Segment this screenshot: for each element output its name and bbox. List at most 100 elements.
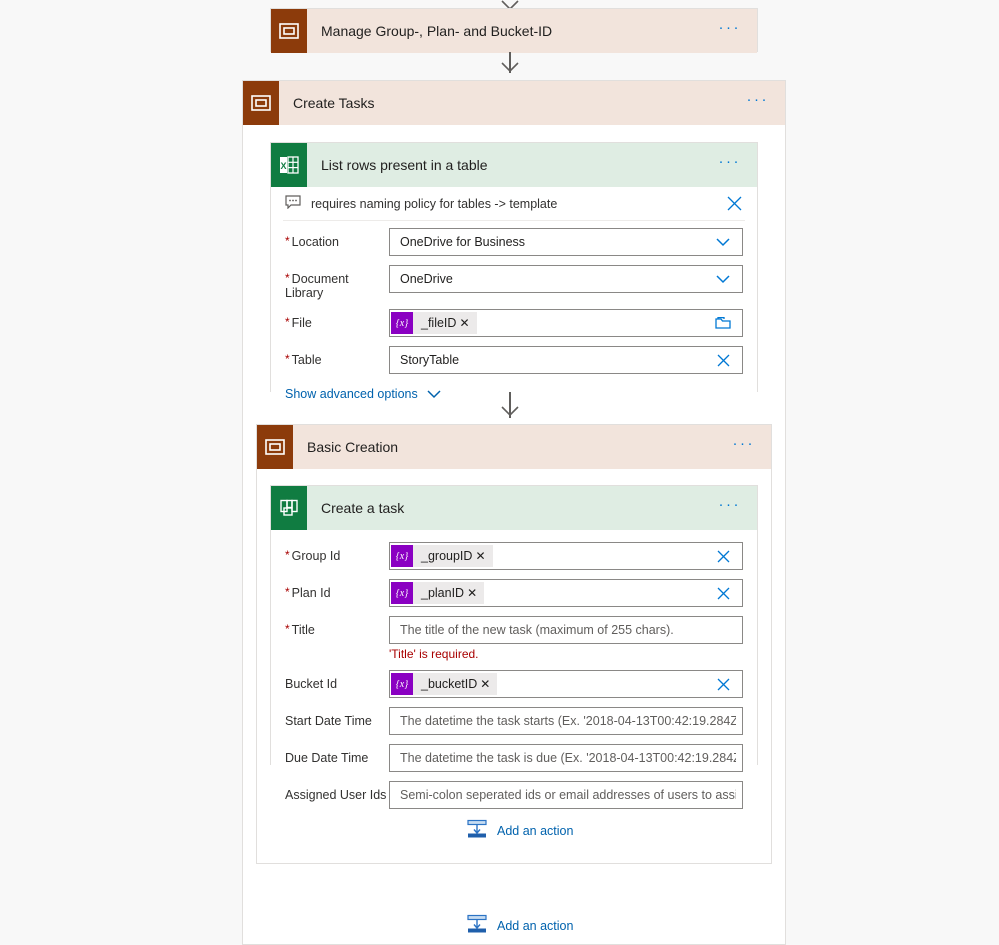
group-id-input[interactable]: {x} _groupID ✕ xyxy=(389,542,743,570)
token-remove-icon[interactable]: ✕ xyxy=(459,317,476,329)
connector-arrow-scopes xyxy=(500,62,520,74)
token-chip[interactable]: {x} _groupID ✕ xyxy=(391,545,493,567)
start-date-time-input[interactable]: The datetime the task starts (Ex. '2018-… xyxy=(389,707,743,735)
title-error-message: 'Title' is required. xyxy=(389,647,479,661)
table-input[interactable]: StoryTable xyxy=(389,346,743,374)
scope-title: Create Tasks xyxy=(293,95,375,111)
chevron-down-icon[interactable] xyxy=(714,236,736,248)
comment-text: requires naming policy for tables -> tem… xyxy=(311,196,558,211)
field-bucket-id: Bucket Id {x} _bucketID ✕ xyxy=(285,670,743,698)
add-action-button-outer[interactable]: Add an action xyxy=(466,913,573,938)
field-group-id: Group Id {x} _groupID ✕ xyxy=(285,542,743,570)
field-document-library: Document Library OneDrive xyxy=(285,265,743,300)
table-value: StoryTable xyxy=(400,353,460,367)
token-badge: {x} xyxy=(391,582,413,604)
document-library-dropdown[interactable]: OneDrive xyxy=(389,265,743,293)
field-label: Document Library xyxy=(285,265,389,300)
token-remove-icon[interactable]: ✕ xyxy=(480,678,497,690)
planner-icon xyxy=(271,486,307,530)
field-plan-id: Plan Id {x} _planID ✕ xyxy=(285,579,743,607)
scope-manage-ids[interactable]: Manage Group-, Plan- and Bucket-ID ··· xyxy=(270,8,758,53)
scope-menu-button[interactable]: ··· xyxy=(711,20,758,39)
field-label: Start Date Time xyxy=(285,714,372,728)
action-title: Create a task xyxy=(321,500,405,516)
action-body-create-task: Group Id {x} _groupID ✕ xyxy=(271,530,757,809)
svg-text:X: X xyxy=(280,161,286,171)
scope-icon xyxy=(243,81,279,125)
scope-menu-button[interactable]: ··· xyxy=(725,436,772,455)
field-label: Assigned User Ids xyxy=(285,788,387,802)
field-label: Group Id xyxy=(285,542,389,563)
plan-id-input[interactable]: {x} _planID ✕ xyxy=(389,579,743,607)
close-icon[interactable] xyxy=(715,352,736,369)
token-badge: {x} xyxy=(391,545,413,567)
folder-picker-icon[interactable] xyxy=(714,315,736,331)
comment-icon xyxy=(285,195,301,212)
token-remove-icon[interactable]: ✕ xyxy=(475,550,492,562)
field-title: Title The title of the new task (maximum… xyxy=(285,616,743,661)
excel-fields: Location OneDrive for Business Document … xyxy=(271,221,757,374)
scope-menu-button[interactable]: ··· xyxy=(739,92,786,111)
comment-row: requires naming policy for tables -> tem… xyxy=(283,187,745,221)
action-card-create-task[interactable]: Create a task ··· Group Id {x} _groupID … xyxy=(270,485,758,809)
field-label: Due Date Time xyxy=(285,751,369,765)
scope-title: Basic Creation xyxy=(307,439,399,455)
field-label: Plan Id xyxy=(285,579,389,600)
title-placeholder: The title of the new task (maximum of 25… xyxy=(400,623,674,637)
close-icon[interactable] xyxy=(715,676,736,693)
token-label: _planID xyxy=(421,586,465,600)
show-advanced-options-label[interactable]: Show advanced options xyxy=(285,387,418,401)
token-label: _groupID xyxy=(421,549,473,563)
token-chip[interactable]: {x} _fileID ✕ xyxy=(391,312,477,334)
close-icon[interactable] xyxy=(715,548,736,565)
document-library-value: OneDrive xyxy=(400,272,453,286)
chevron-down-icon[interactable] xyxy=(714,273,736,285)
action-title: List rows present in a table xyxy=(321,157,488,173)
token-badge: {x} xyxy=(391,673,413,695)
field-label: Table xyxy=(285,346,389,367)
field-label: Bucket Id xyxy=(285,677,338,691)
token-chip[interactable]: {x} _planID ✕ xyxy=(391,582,485,604)
field-table: Table StoryTable xyxy=(285,346,743,374)
close-icon[interactable] xyxy=(726,195,743,212)
add-action-label[interactable]: Add an action xyxy=(497,919,573,933)
scope-title: Manage Group-, Plan- and Bucket-ID xyxy=(321,23,553,39)
connector-arrow-excel-basic xyxy=(500,406,520,418)
due-date-time-input[interactable]: The datetime the task is due (Ex. '2018-… xyxy=(389,744,743,772)
token-label: _fileID xyxy=(421,316,457,330)
action-menu-button[interactable]: ··· xyxy=(711,154,758,173)
due-date-time-placeholder: The datetime the task is due (Ex. '2018-… xyxy=(400,751,736,765)
scope-basic-creation-header[interactable]: Basic Creation ··· xyxy=(257,425,771,469)
chevron-down-icon[interactable] xyxy=(418,388,443,400)
action-menu-button[interactable]: ··· xyxy=(711,497,758,516)
token-badge: {x} xyxy=(391,312,413,334)
field-label: File xyxy=(285,309,389,330)
token-chip[interactable]: {x} _bucketID ✕ xyxy=(391,673,498,695)
token-remove-icon[interactable]: ✕ xyxy=(467,587,484,599)
action-card-list-rows[interactable]: X List rows present in a table ··· requi… xyxy=(270,142,758,415)
action-body-list-rows: requires naming policy for tables -> tem… xyxy=(271,187,757,415)
assigned-user-ids-input[interactable]: Semi-colon seperated ids or email addres… xyxy=(389,781,743,809)
scope-icon xyxy=(271,9,307,53)
action-header-create-task[interactable]: Create a task ··· xyxy=(271,486,757,530)
file-input[interactable]: {x} _fileID ✕ xyxy=(389,309,743,337)
field-due-date-time: Due Date Time The datetime the task is d… xyxy=(285,744,743,772)
add-action-button-inner[interactable]: Add an action xyxy=(466,818,573,843)
scope-create-tasks-header[interactable]: Create Tasks ··· xyxy=(243,81,785,125)
bucket-id-input[interactable]: {x} _bucketID ✕ xyxy=(389,670,743,698)
close-icon[interactable] xyxy=(715,585,736,602)
start-date-time-placeholder: The datetime the task starts (Ex. '2018-… xyxy=(400,714,736,728)
add-action-label[interactable]: Add an action xyxy=(497,824,573,838)
title-input[interactable]: The title of the new task (maximum of 25… xyxy=(389,616,743,644)
planner-fields: Group Id {x} _groupID ✕ xyxy=(271,530,757,809)
location-dropdown[interactable]: OneDrive for Business xyxy=(389,228,743,256)
scope-icon xyxy=(257,425,293,469)
field-file: File {x} _fileID ✕ xyxy=(285,309,743,337)
field-start-date-time: Start Date Time The datetime the task st… xyxy=(285,707,743,735)
add-action-icon xyxy=(466,913,488,938)
field-label: Title xyxy=(285,616,389,637)
token-label: _bucketID xyxy=(421,677,478,691)
assigned-user-ids-placeholder: Semi-colon seperated ids or email addres… xyxy=(400,788,736,802)
action-header-list-rows[interactable]: X List rows present in a table ··· xyxy=(271,143,757,187)
scope-manage-ids-header[interactable]: Manage Group-, Plan- and Bucket-ID ··· xyxy=(271,9,757,53)
